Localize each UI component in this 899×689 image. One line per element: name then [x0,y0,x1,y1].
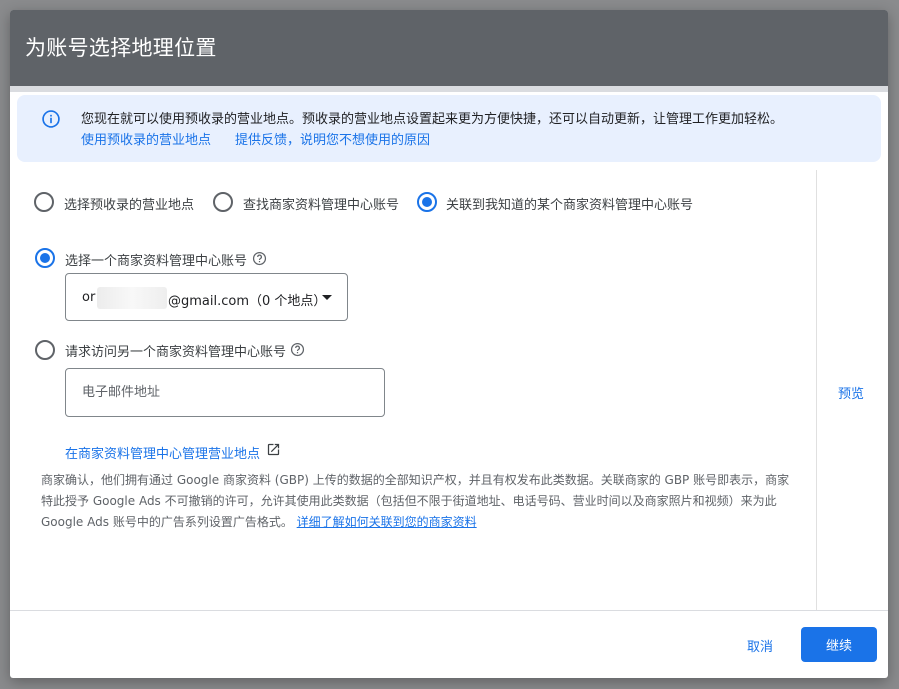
disclaimer-text: 商家确认，他们拥有通过 Google 商家资料 (GBP) 上传的数据的全部知识… [41,470,801,533]
feedback-link[interactable]: 提供反馈，说明您不想使用的原因 [235,129,430,148]
account-email-prefix: or [82,290,96,305]
dialog: 为账号选择地理位置 您现在就可以使用预收录的营业地点。预收录的营业地点设置起来更… [10,10,888,678]
banner-message: 您现在就可以使用预收录的营业地点。预收录的营业地点设置起来更为方便快捷，还可以自… [81,112,784,127]
cancel-button[interactable]: 取消 [734,628,786,662]
email-field[interactable] [65,368,385,417]
info-icon [42,110,60,128]
help-icon[interactable] [252,251,267,266]
radio-request-access[interactable] [35,340,55,360]
dialog-header: 为账号选择地理位置 [10,10,888,86]
redacted-email [97,287,167,309]
account-email-suffix: @gmail.com（0 个地点） [168,294,327,309]
learn-more-link[interactable]: 详细了解如何关联到您的商家资料 [297,515,477,529]
header-divider [10,86,888,92]
radio-link-account[interactable] [417,192,437,212]
continue-button[interactable]: 继续 [801,627,877,662]
dropdown-arrow-icon [322,295,332,300]
radio-choose-account[interactable] [35,248,55,268]
radio-preloaded-label[interactable]: 选择预收录的营业地点 [64,194,194,213]
radio-find-account[interactable] [213,192,233,212]
vertical-divider [816,170,817,610]
account-select[interactable]: or @gmail.com（0 个地点） [65,273,348,321]
info-banner: 您现在就可以使用预收录的营业地点。预收录的营业地点设置起来更为方便快捷，还可以自… [17,95,881,162]
use-preloaded-link[interactable]: 使用预收录的营业地点 [81,129,211,148]
request-access-label[interactable]: 请求访问另一个商家资料管理中心账号 [65,341,286,360]
preview-link[interactable]: 预览 [838,383,864,402]
footer-divider [10,610,888,611]
help-icon[interactable] [290,342,305,357]
radio-find-account-label[interactable]: 查找商家资料管理中心账号 [243,194,399,213]
manage-locations-link[interactable]: 在商家资料管理中心管理营业地点 [65,443,260,462]
radio-link-account-label[interactable]: 关联到我知道的某个商家资料管理中心账号 [446,194,693,213]
choose-account-label[interactable]: 选择一个商家资料管理中心账号 [65,250,247,269]
dialog-title: 为账号选择地理位置 [25,36,217,60]
external-link-icon[interactable] [266,442,281,457]
radio-preloaded[interactable] [34,192,54,212]
